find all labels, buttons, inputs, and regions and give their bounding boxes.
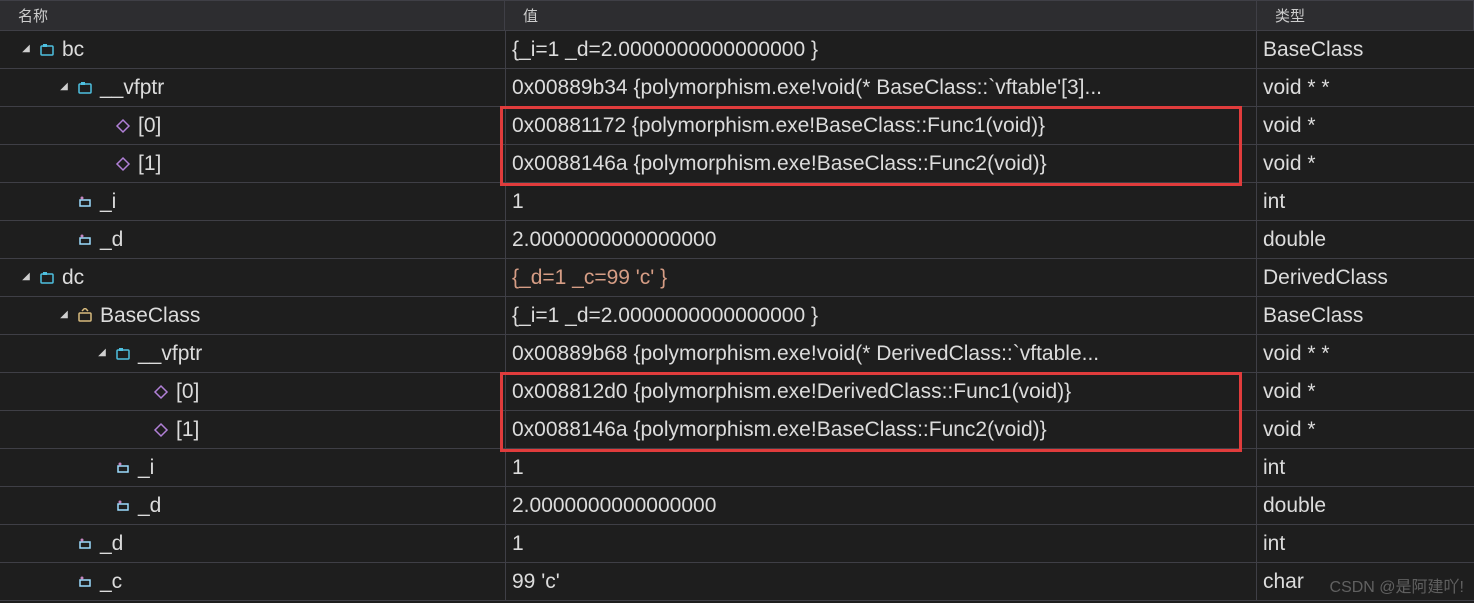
expand-arrow-icon[interactable] — [18, 270, 34, 286]
field-icon — [76, 193, 94, 211]
class-icon — [38, 41, 56, 59]
field-icon — [114, 497, 132, 515]
row-value[interactable]: {_d=1 _c=99 'c' } — [505, 259, 1257, 297]
row-name[interactable]: bc — [0, 31, 505, 69]
field-icon — [76, 573, 94, 591]
row-type: BaseClass — [1257, 297, 1474, 335]
variable-name: _i — [100, 187, 116, 217]
class-icon — [114, 345, 132, 363]
row-value[interactable]: 99 'c' — [505, 563, 1257, 601]
variable-name: _c — [100, 567, 122, 597]
row-name[interactable]: [1] — [0, 411, 505, 449]
expand-arrow-icon[interactable] — [18, 42, 34, 58]
row-type: void * * — [1257, 335, 1474, 373]
member-icon — [114, 117, 132, 135]
row-name[interactable]: BaseClass — [0, 297, 505, 335]
row-value[interactable]: 0x00889b34 {polymorphism.exe!void(* Base… — [505, 69, 1257, 107]
row-value[interactable]: {_i=1 _d=2.0000000000000000 } — [505, 297, 1257, 335]
variable-name: BaseClass — [100, 301, 200, 331]
variable-name: [0] — [176, 377, 199, 407]
row-type: void * * — [1257, 69, 1474, 107]
row-value[interactable]: 2.0000000000000000 — [505, 487, 1257, 525]
row-type: void * — [1257, 411, 1474, 449]
member-icon — [152, 383, 170, 401]
row-type: double — [1257, 487, 1474, 525]
expand-arrow-icon[interactable] — [94, 346, 110, 362]
variable-name: [1] — [138, 149, 161, 179]
row-type: BaseClass — [1257, 31, 1474, 69]
row-value[interactable]: 0x0088146a {polymorphism.exe!BaseClass::… — [505, 411, 1257, 449]
row-name[interactable]: dc — [0, 259, 505, 297]
row-value[interactable]: 2.0000000000000000 — [505, 221, 1257, 259]
variable-name: _d — [100, 225, 123, 255]
variable-name: [1] — [176, 415, 199, 445]
row-name[interactable]: _c — [0, 563, 505, 601]
base-icon — [76, 307, 94, 325]
row-name[interactable]: [1] — [0, 145, 505, 183]
row-value[interactable]: 0x008812d0 {polymorphism.exe!DerivedClas… — [505, 373, 1257, 411]
row-name[interactable]: _i — [0, 449, 505, 487]
row-name[interactable]: _d — [0, 487, 505, 525]
variable-name: [0] — [138, 111, 161, 141]
row-name[interactable]: _i — [0, 183, 505, 221]
header-type[interactable]: 类型 — [1257, 0, 1474, 31]
variable-name: bc — [62, 35, 84, 65]
field-icon — [76, 231, 94, 249]
row-value[interactable]: 1 — [505, 449, 1257, 487]
watermark: CSDN @是阿建吖! — [1330, 573, 1464, 597]
row-value[interactable]: 0x00889b68 {polymorphism.exe!void(* Deri… — [505, 335, 1257, 373]
row-type: int — [1257, 449, 1474, 487]
row-type: int — [1257, 183, 1474, 221]
variable-name: _d — [100, 529, 123, 559]
variable-name: _d — [138, 491, 161, 521]
member-icon — [152, 421, 170, 439]
row-type: DerivedClass — [1257, 259, 1474, 297]
header-name[interactable]: 名称 — [0, 0, 505, 31]
row-name[interactable]: [0] — [0, 373, 505, 411]
row-value[interactable]: 1 — [505, 525, 1257, 563]
field-icon — [114, 459, 132, 477]
variable-name: __vfptr — [138, 339, 202, 369]
member-icon — [114, 155, 132, 173]
row-value[interactable]: 0x0088146a {polymorphism.exe!BaseClass::… — [505, 145, 1257, 183]
variable-name: __vfptr — [100, 73, 164, 103]
row-value[interactable]: 1 — [505, 183, 1257, 221]
row-type: int — [1257, 525, 1474, 563]
variable-name: dc — [62, 263, 84, 293]
row-name[interactable]: _d — [0, 525, 505, 563]
variable-name: _i — [138, 453, 154, 483]
class-icon — [38, 269, 56, 287]
watch-grid: 名称 值 类型 bc{_i=1 _d=2.0000000000000000 }B… — [0, 0, 1474, 601]
row-name[interactable]: [0] — [0, 107, 505, 145]
row-value[interactable]: {_i=1 _d=2.0000000000000000 } — [505, 31, 1257, 69]
row-name[interactable]: __vfptr — [0, 335, 505, 373]
row-value[interactable]: 0x00881172 {polymorphism.exe!BaseClass::… — [505, 107, 1257, 145]
field-icon — [76, 535, 94, 553]
expand-arrow-icon[interactable] — [56, 308, 72, 324]
row-type: void * — [1257, 107, 1474, 145]
class-icon — [76, 79, 94, 97]
row-name[interactable]: __vfptr — [0, 69, 505, 107]
expand-arrow-icon[interactable] — [56, 80, 72, 96]
row-name[interactable]: _d — [0, 221, 505, 259]
header-value[interactable]: 值 — [505, 0, 1257, 31]
row-type: void * — [1257, 145, 1474, 183]
row-type: void * — [1257, 373, 1474, 411]
row-type: double — [1257, 221, 1474, 259]
